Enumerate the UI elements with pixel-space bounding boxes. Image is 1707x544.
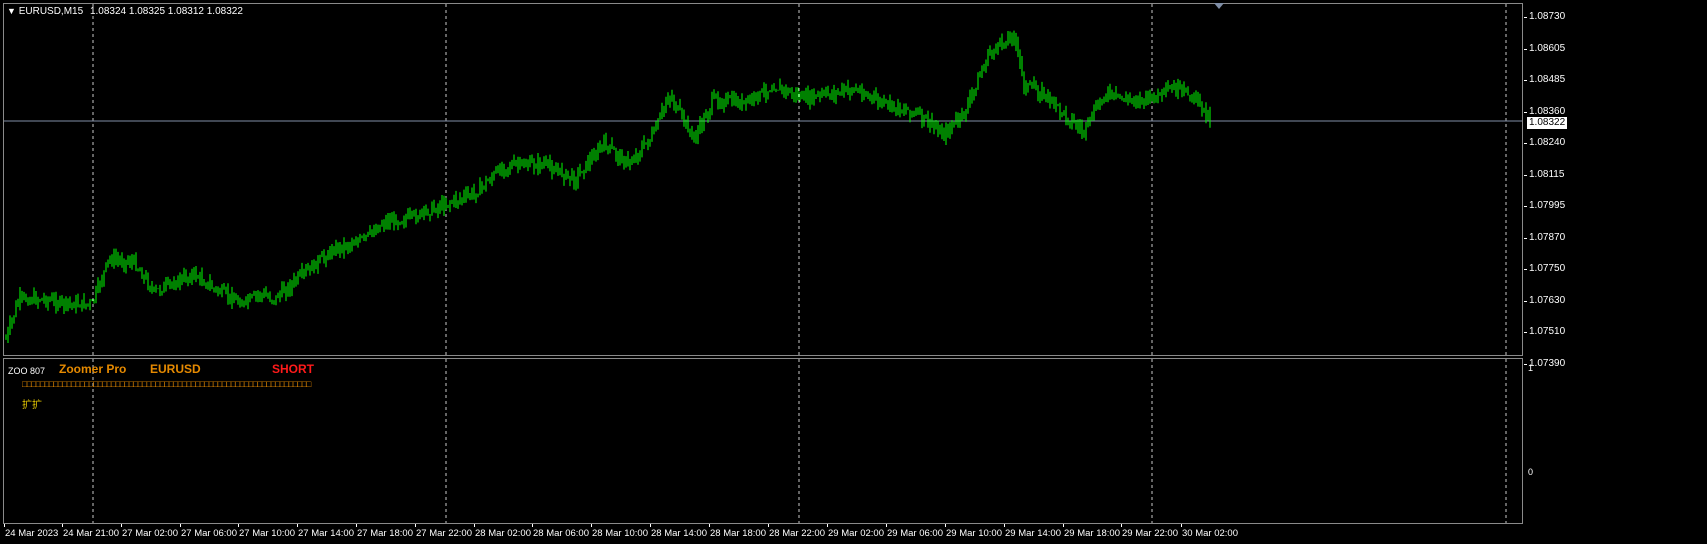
price-chart-canvas[interactable]	[4, 4, 1522, 355]
time-tick-mark	[1181, 524, 1182, 527]
time-tick-label: 27 Mar 22:00	[416, 528, 472, 539]
time-tick-label: 27 Mar 14:00	[298, 528, 354, 539]
price-tick-mark	[1524, 48, 1527, 50]
candlestick-series	[5, 30, 1211, 343]
time-tick-label: 27 Mar 06:00	[181, 528, 237, 539]
time-tick-mark	[121, 524, 122, 527]
time-tick-label: 29 Mar 18:00	[1064, 528, 1120, 539]
indicator-symbol: EURUSD	[150, 362, 201, 376]
price-tick-label: 1.08730	[1529, 11, 1566, 22]
time-axis[interactable]: 24 Mar 2023 24 Mar 21:00 27 Mar 02:00 27 Ma…	[0, 524, 1707, 544]
indicator-glyph-row-2: 扩扩	[22, 400, 42, 411]
time-tick-mark	[474, 524, 475, 527]
price-tick-mark	[1524, 300, 1527, 302]
time-tick-label: 28 Mar 18:00	[710, 528, 766, 539]
indicator-name: Zoomer Pro	[59, 362, 127, 376]
price-tick-mark	[1524, 237, 1527, 239]
time-tick-mark	[827, 524, 828, 527]
time-tick-label: 29 Mar 02:00	[828, 528, 884, 539]
time-tick-label: 24 Mar 2023	[5, 528, 59, 539]
time-tick-label: 29 Mar 22:00	[1122, 528, 1178, 539]
price-tick-label: 1.07630	[1529, 294, 1566, 306]
time-tick-label: 28 Mar 06:00	[533, 528, 589, 539]
price-scale[interactable]: 1.08730 1.08605 1.08485 1.08360 1.08240 1.081…	[1524, 3, 1707, 369]
collapse-triangle-icon[interactable]: ▼	[7, 6, 16, 16]
time-tick-mark	[650, 524, 651, 527]
indicator-scale[interactable]: 1 0	[1524, 358, 1707, 524]
time-tick-label: 27 Mar 18:00	[357, 528, 413, 539]
price-tick-label: 1.08485	[1529, 74, 1566, 85]
chart-header: ▼ EURUSD,M15 1.08324 1.08325 1.08312 1.0…	[7, 5, 243, 18]
time-tick-label: 28 Mar 10:00	[592, 528, 648, 539]
time-tick-label: 28 Mar 14:00	[651, 528, 707, 539]
time-tick-mark	[945, 524, 946, 527]
price-tick-mark	[1524, 206, 1527, 207]
chart-shift-marker-icon[interactable]	[1214, 3, 1224, 9]
price-tick-label: 1.07870	[1529, 231, 1566, 243]
price-tick-mark	[1524, 269, 1527, 270]
time-tick-mark	[886, 524, 887, 527]
price-tick-mark	[1524, 17, 1527, 18]
price-tick-label: 1.07510	[1529, 326, 1566, 337]
time-tick-mark	[297, 524, 298, 527]
price-tick-label: 1.08360	[1529, 105, 1566, 117]
price-tick-label: 1.08605	[1529, 42, 1566, 54]
symbol-timeframe: EURUSD,M15	[18, 6, 84, 17]
current-price-label: 1.08322	[1527, 117, 1568, 129]
main-chart-pane[interactable]	[3, 3, 1523, 356]
indicator-signal: SHORT	[272, 362, 314, 376]
time-tick-label: 28 Mar 22:00	[769, 528, 825, 539]
time-tick-mark	[709, 524, 710, 527]
price-tick-mark	[1524, 80, 1527, 81]
time-tick-mark	[768, 524, 769, 527]
time-tick-label: 28 Mar 02:00	[475, 528, 531, 539]
price-tick-label: 1.08115	[1529, 168, 1565, 180]
time-tick-mark	[62, 524, 63, 527]
time-tick-mark	[238, 524, 239, 527]
time-tick-mark	[356, 524, 357, 527]
time-tick-label: 24 Mar 21:00	[63, 528, 119, 539]
indicator-pane[interactable]: ZOO 807 Zoomer Pro EURUSD SHORT □□□□□□□□…	[3, 358, 1523, 524]
time-tick-mark	[532, 524, 533, 527]
time-tick-label: 30 Mar 02:00	[1182, 528, 1238, 539]
price-tick-label: 1.07750	[1529, 263, 1566, 274]
time-tick-mark	[1004, 524, 1005, 527]
indicator-glyph-row: □□□□□□□□□□□□□□□□□□□□□□□□□□□□□□□□□□□□□□□□…	[22, 379, 311, 389]
time-tick-mark	[180, 524, 181, 527]
time-tick-mark	[4, 524, 5, 527]
price-tick-label: 1.08240	[1529, 137, 1566, 148]
price-tick-mark	[1524, 332, 1527, 333]
time-tick-mark	[1121, 524, 1122, 527]
indicator-scale-bottom: 0	[1528, 467, 1534, 477]
time-tick-label: 27 Mar 02:00	[122, 528, 178, 539]
indicator-scale-top: 1	[1528, 363, 1534, 373]
price-tick-mark	[1524, 143, 1527, 144]
indicator-id: ZOO 807	[8, 366, 46, 376]
time-tick-mark	[1063, 524, 1064, 527]
time-tick-label: 29 Mar 10:00	[946, 528, 1002, 539]
price-tick-mark	[1524, 111, 1527, 113]
time-tick-mark	[591, 524, 592, 527]
time-tick-label: 29 Mar 14:00	[1005, 528, 1061, 539]
time-tick-mark	[415, 524, 416, 527]
price-tick-mark	[1524, 174, 1527, 176]
time-tick-label: 29 Mar 06:00	[887, 528, 943, 539]
time-tick-label: 27 Mar 10:00	[239, 528, 295, 539]
ohlc-values: 1.08324 1.08325 1.08312 1.08322	[89, 6, 243, 17]
price-tick-label: 1.07995	[1529, 200, 1566, 211]
